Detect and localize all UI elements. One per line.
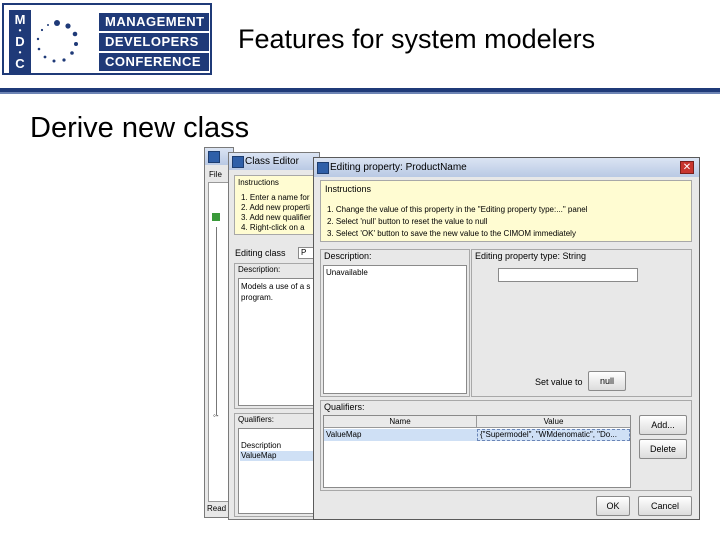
dialog-instructions-panel: Instructions 1. Change the value of this… <box>320 180 692 242</box>
logo-line-conference: CONFERENCE <box>99 53 209 71</box>
null-button[interactable]: null <box>588 371 626 391</box>
class-description-panel: Description: Models a use of a s program… <box>234 263 320 409</box>
dialog-instructions-label: Instructions <box>325 184 372 194</box>
dialog-instruction-2: 2. Select 'null' button to reset the val… <box>327 217 488 226</box>
mdc-logo: M • D • C MANAGEMENT DEVELOPERS CONFEREN… <box>2 3 212 75</box>
class-description-textarea[interactable]: Models a use of a s program. <box>238 278 318 406</box>
dialog-description-label: Description: <box>324 251 372 261</box>
ok-button[interactable]: OK <box>596 496 630 516</box>
class-editor-window: Class Editor Instructions 1. Enter a nam… <box>228 152 320 520</box>
logo-letters: M • D • C <box>9 10 31 74</box>
class-tree[interactable]: ◦- <box>208 182 230 502</box>
app-icon <box>232 156 244 168</box>
slide-subtitle: Derive new class <box>30 112 250 144</box>
class-instruction-3: 3. Add new qualifier <box>241 213 311 222</box>
status-ready: Read <box>207 504 227 513</box>
qualifier-item[interactable]: Description <box>241 441 281 450</box>
logo-line-management: MANAGEMENT <box>99 13 209 31</box>
tree-expander-icon[interactable]: ◦- <box>213 411 219 420</box>
table-row[interactable]: ValueMap {"Supermodel", "WMdenomatic", "… <box>324 429 630 441</box>
set-value-label: Set value to <box>535 377 583 387</box>
class-editor-title: Class Editor <box>245 156 299 167</box>
dialog-instruction-3: 3. Select 'OK' button to save the new va… <box>327 229 576 238</box>
class-description-label: Description: <box>238 265 281 274</box>
class-qualifiers-label: Qualifiers: <box>238 415 275 424</box>
dialog-description-textarea[interactable]: Unavailable <box>323 265 467 394</box>
cancel-button[interactable]: Cancel <box>638 496 692 516</box>
delete-qualifier-button[interactable]: Delete <box>639 439 687 459</box>
dialog-instruction-1: 1. Change the value of this property in … <box>327 205 588 214</box>
tree-node-icon <box>212 213 220 221</box>
dialog-qualifiers-label: Qualifiers: <box>324 402 365 412</box>
dialog-titlebar[interactable]: Editing property: ProductName <box>314 158 699 177</box>
table-cell-name: ValueMap <box>326 430 362 439</box>
property-type-panel: Editing property type: String Set value … <box>471 249 692 397</box>
property-type-label: Editing property type: String <box>475 251 587 261</box>
class-editor-titlebar[interactable]: Class Editor <box>229 153 319 170</box>
column-header-value[interactable]: Value <box>477 416 630 428</box>
dialog-title-name: ProductName <box>405 162 467 173</box>
slide-title: Features for system modelers <box>238 24 596 54</box>
dialog-qualifiers-panel: Qualifiers: Name Value ValueMap {"Superm… <box>320 400 692 491</box>
app-icon <box>317 162 329 174</box>
class-qualifiers-list[interactable]: Description ValueMap <box>238 428 318 514</box>
qualifiers-table[interactable]: Name Value ValueMap {"Supermodel", "WMde… <box>323 415 631 488</box>
menu-file[interactable]: File <box>209 170 222 179</box>
table-cell-value: {"Supermodel", "WMdenomatic", "Do... <box>477 429 630 441</box>
add-qualifier-button[interactable]: Add... <box>639 415 687 435</box>
dialog-description-panel: Description: Unavailable <box>320 249 470 397</box>
class-instruction-2: 2. Add new properti <box>241 203 310 212</box>
logo-dot-ring-icon <box>36 20 78 63</box>
class-instructions-panel: Instructions 1. Enter a name for 2. Add … <box>234 175 320 235</box>
editing-property-dialog: Editing property: ProductName ✕ Instruct… <box>313 157 700 520</box>
tree-line <box>216 227 217 415</box>
column-header-name[interactable]: Name <box>324 416 477 428</box>
property-value-input[interactable] <box>498 268 638 282</box>
qualifier-item-selected[interactable]: ValueMap <box>240 451 316 461</box>
logo-letter-c: C <box>15 56 25 71</box>
editing-class-label: Editing class <box>235 248 286 258</box>
app-icon <box>208 151 220 163</box>
class-instruction-4: 4. Right-click on a <box>241 223 305 232</box>
logo-line-developers: DEVELOPERS <box>99 33 209 51</box>
class-instruction-1: 1. Enter a name for <box>241 193 310 202</box>
dialog-title-prefix: Editing property: <box>330 162 403 173</box>
class-instructions-label: Instructions <box>238 178 279 187</box>
header-rule-light <box>0 92 720 94</box>
class-qualifiers-panel: Qualifiers: Description ValueMap <box>234 413 320 517</box>
close-icon[interactable]: ✕ <box>680 161 694 174</box>
